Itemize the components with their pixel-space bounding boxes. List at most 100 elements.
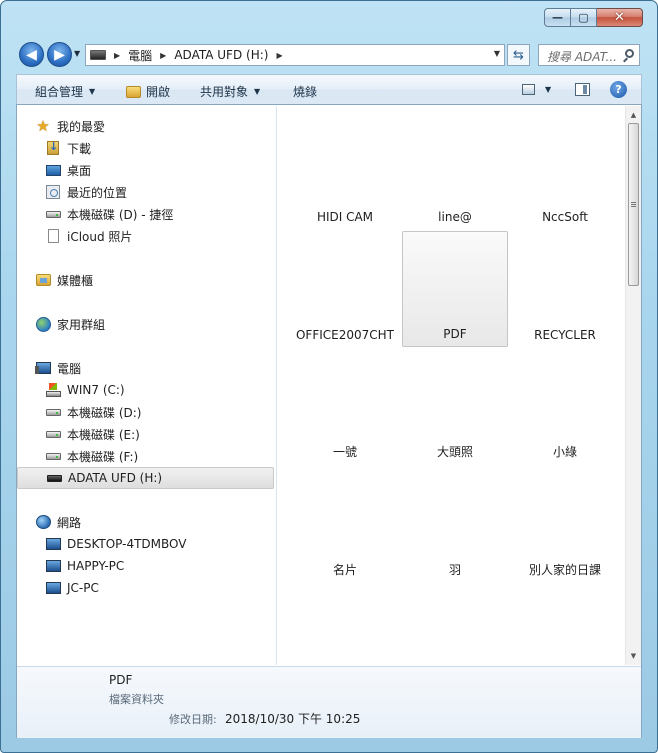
nav-drive-e[interactable]: 本機磁碟 (E:) <box>45 424 140 444</box>
minimize-icon: — <box>552 11 563 24</box>
chevron-right-icon[interactable]: ▶ <box>276 51 282 60</box>
preview-pane-icon[interactable] <box>575 83 590 96</box>
nav-drive-h[interactable]: ADATA UFD (H:) <box>17 467 274 489</box>
search-input[interactable]: 搜尋 ADAT... <box>538 44 640 66</box>
recent-pages-dropdown[interactable]: ▼ <box>74 49 80 58</box>
nav-network[interactable]: 網路 <box>35 512 81 532</box>
folder-name: NccSoft <box>542 210 588 224</box>
nav-network-pc-3[interactable]: JC-PC <box>45 578 99 598</box>
network-icon <box>35 514 51 530</box>
nav-label: 本機磁碟 (D) - 捷徑 <box>67 207 174 222</box>
folder-name: 名片 <box>332 563 357 577</box>
nav-drive-d-shortcut[interactable]: 本機磁碟 (D) - 捷徑 <box>45 204 173 224</box>
nav-drive-c[interactable]: WIN7 (C:) <box>45 380 125 400</box>
chevron-down-icon: ▼ <box>254 87 261 96</box>
forward-arrow-icon: ▶ <box>54 46 65 63</box>
file-list[interactable]: HIDI CAM line@ NccSoft OFFICE2007CHT PDF… <box>277 106 625 665</box>
document-icon <box>45 228 61 244</box>
view-options-dropdown[interactable]: ▼ <box>545 85 551 94</box>
navigation-pane[interactable]: ★ 我的最愛 下載 桌面 最近的位置 本機磁碟 (D) - 捷徑 iCloud … <box>17 106 277 665</box>
burn-button[interactable]: 燒錄 <box>293 83 317 100</box>
maximize-button[interactable]: ▢ <box>571 8 597 27</box>
folder-tile[interactable]: 大頭照 <box>402 349 508 465</box>
nav-label: JC-PC <box>67 581 99 595</box>
folder-tile[interactable]: OFFICE2007CHT <box>292 231 398 347</box>
scroll-down-icon[interactable]: ▼ <box>626 649 641 663</box>
nav-label: 網路 <box>57 515 82 530</box>
change-view-icon[interactable] <box>522 84 535 95</box>
address-history-dropdown[interactable]: ▼ <box>494 49 500 58</box>
nav-homegroup[interactable]: 家用群組 <box>35 314 105 334</box>
folder-tile[interactable]: NccSoft <box>512 113 618 229</box>
open-button[interactable]: 開啟 <box>126 83 170 100</box>
folder-tile[interactable]: 名片 <box>292 467 398 583</box>
nav-downloads[interactable]: 下載 <box>45 138 91 158</box>
star-icon: ★ <box>36 116 50 135</box>
nav-network-pc-1[interactable]: DESKTOP-4TDMBOV <box>45 534 186 554</box>
folder-tile[interactable]: 一號 <box>292 349 398 465</box>
details-date-value: 2018/10/30 下午 10:25 <box>225 712 361 726</box>
nav-network-pc-2[interactable]: HAPPY-PC <box>45 556 124 576</box>
nav-libraries[interactable]: 媒體櫃 <box>35 270 93 290</box>
folder-tile[interactable]: 羽 <box>402 467 508 583</box>
chevron-right-icon[interactable]: ▶ <box>160 51 166 60</box>
drive-icon <box>45 448 61 464</box>
network-computer-icon <box>45 580 61 596</box>
nav-recent-places[interactable]: 最近的位置 <box>45 182 127 202</box>
folder-name: 小綠 <box>552 445 577 459</box>
chevron-right-icon[interactable]: ▶ <box>114 51 120 60</box>
address-bar[interactable]: ▶ 電腦 ▶ ADATA UFD (H:) ▶ ▼ <box>85 44 505 66</box>
share-with-button[interactable]: 共用對象 ▼ <box>200 83 260 100</box>
folder-tile[interactable]: RECYCLER <box>512 231 618 347</box>
chevron-down-icon: ▼ <box>89 87 96 96</box>
folder-name: RECYCLER <box>534 328 596 342</box>
details-item-name: PDF <box>109 673 133 687</box>
search-placeholder: 搜尋 ADAT... <box>547 50 617 64</box>
folder-tile-selected[interactable]: PDF <box>402 231 508 347</box>
network-computer-icon <box>45 558 61 574</box>
folder-open-icon <box>126 85 141 98</box>
nav-label: 本機磁碟 (E:) <box>67 427 140 442</box>
close-icon: ✕ <box>614 10 625 25</box>
minimize-button[interactable]: — <box>544 8 571 27</box>
nav-computer[interactable]: 電腦 <box>34 358 81 378</box>
folder-name: line@ <box>438 210 472 224</box>
computer-icon <box>34 360 51 376</box>
organize-button[interactable]: 組合管理 ▼ <box>35 83 95 100</box>
explorer-window: — ▢ ✕ ◀ ▶ ▼ ▶ 電腦 ▶ ADATA UFD (H:) ▶ ▼ ⇆ … <box>0 0 658 753</box>
nav-label: 媒體櫃 <box>57 273 94 288</box>
system-drive-icon <box>45 382 61 398</box>
nav-desktop[interactable]: 桌面 <box>45 160 91 180</box>
open-label: 開啟 <box>146 85 171 99</box>
drive-icon <box>45 404 61 420</box>
scrollbar-thumb[interactable] <box>628 123 639 286</box>
nav-label: 本機磁碟 (F:) <box>67 449 139 464</box>
breadcrumb-computer[interactable]: 電腦 <box>128 47 152 64</box>
folder-name: 一號 <box>332 445 357 459</box>
nav-favorites[interactable]: ★ 我的最愛 <box>35 116 105 136</box>
breadcrumb-drive[interactable]: ADATA UFD (H:) <box>174 48 268 62</box>
close-button[interactable]: ✕ <box>597 8 643 27</box>
nav-drive-f[interactable]: 本機磁碟 (F:) <box>45 446 138 466</box>
help-icon[interactable]: ? <box>610 81 627 98</box>
back-button[interactable]: ◀ <box>19 42 44 67</box>
search-icon[interactable] <box>625 49 634 58</box>
folder-name: HIDI CAM <box>316 210 374 224</box>
nav-icloud-photos[interactable]: iCloud 照片 <box>45 226 132 246</box>
forward-button[interactable]: ▶ <box>47 42 72 67</box>
folder-tile[interactable]: line@ <box>402 113 508 229</box>
maximize-icon: ▢ <box>578 11 589 24</box>
folder-tile[interactable]: 小綠 <box>512 349 618 465</box>
refresh-icon: ⇆ <box>513 47 524 63</box>
folder-tile[interactable]: 別人家的日課 <box>512 467 618 583</box>
folder-name: 羽 <box>448 563 461 577</box>
scroll-up-icon[interactable]: ▲ <box>626 108 641 122</box>
vertical-scrollbar[interactable]: ▲ ▼ <box>625 106 641 665</box>
folder-name: 大頭照 <box>436 445 473 459</box>
nav-drive-d[interactable]: 本機磁碟 (D:) <box>45 402 141 422</box>
libraries-icon <box>35 272 51 288</box>
folder-name: PDF <box>443 327 467 341</box>
refresh-button[interactable]: ⇆ <box>507 44 530 66</box>
folder-tile[interactable]: HIDI CAM <box>292 113 398 229</box>
downloads-folder-icon <box>45 140 61 156</box>
